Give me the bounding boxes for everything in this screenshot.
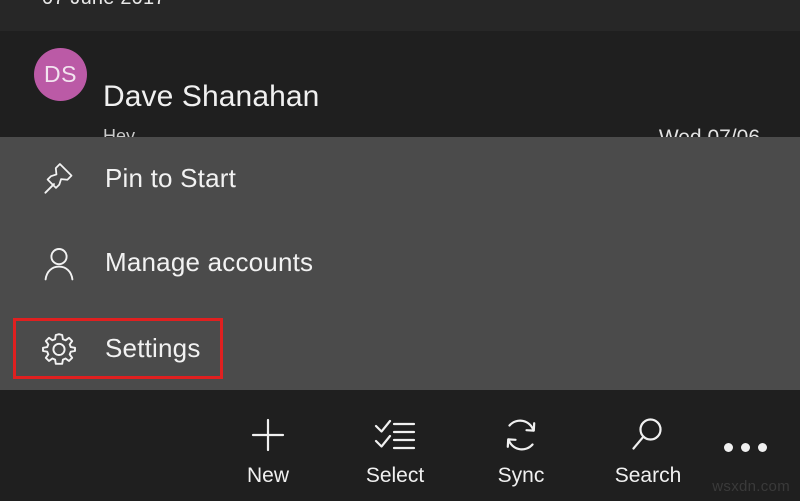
person-icon — [37, 241, 81, 285]
sync-icon — [499, 412, 543, 458]
menu-item-settings[interactable]: Settings — [0, 318, 800, 380]
search-button[interactable]: Search — [594, 412, 702, 492]
menu-item-label: Pin to Start — [105, 163, 237, 193]
select-button[interactable]: Select — [341, 412, 449, 492]
date-group-header: 07 June 2017 — [0, 0, 800, 31]
sync-button-label: Sync — [497, 464, 545, 487]
context-flyout-menu: Pin to Start Manage accounts Settings — [0, 137, 800, 390]
mail-list-row[interactable]: DS Dave Shanahan Hey Check out the Micro… — [0, 31, 800, 143]
select-button-label: Select — [365, 464, 425, 487]
search-button-label: Search — [614, 464, 682, 487]
menu-item-pin-to-start[interactable]: Pin to Start — [0, 148, 800, 210]
new-button[interactable]: New — [214, 412, 322, 492]
menu-item-manage-accounts[interactable]: Manage accounts — [0, 232, 800, 294]
avatar[interactable]: DS — [34, 48, 87, 101]
new-button-label: New — [246, 464, 289, 487]
sync-button[interactable]: Sync — [467, 412, 575, 492]
sender-name: Dave Shanahan — [103, 80, 320, 113]
menu-item-label: Manage accounts — [105, 247, 314, 277]
checklist-icon — [372, 412, 418, 458]
command-bar: New Select Sync Search wsxdn.com — [0, 390, 800, 501]
pin-icon — [37, 157, 81, 201]
menu-item-label: Settings — [105, 333, 201, 363]
gear-icon — [37, 327, 81, 371]
plus-icon — [246, 412, 290, 458]
avatar-initials: DS — [44, 61, 77, 87]
magnifier-icon — [626, 412, 670, 458]
ellipsis-icon — [723, 424, 767, 470]
mail-app-window: 07 June 2017 DS Dave Shanahan Hey Check … — [0, 0, 800, 501]
date-group-label: 07 June 2017 — [42, 0, 166, 10]
watermark: wsxdn.com — [712, 478, 790, 495]
